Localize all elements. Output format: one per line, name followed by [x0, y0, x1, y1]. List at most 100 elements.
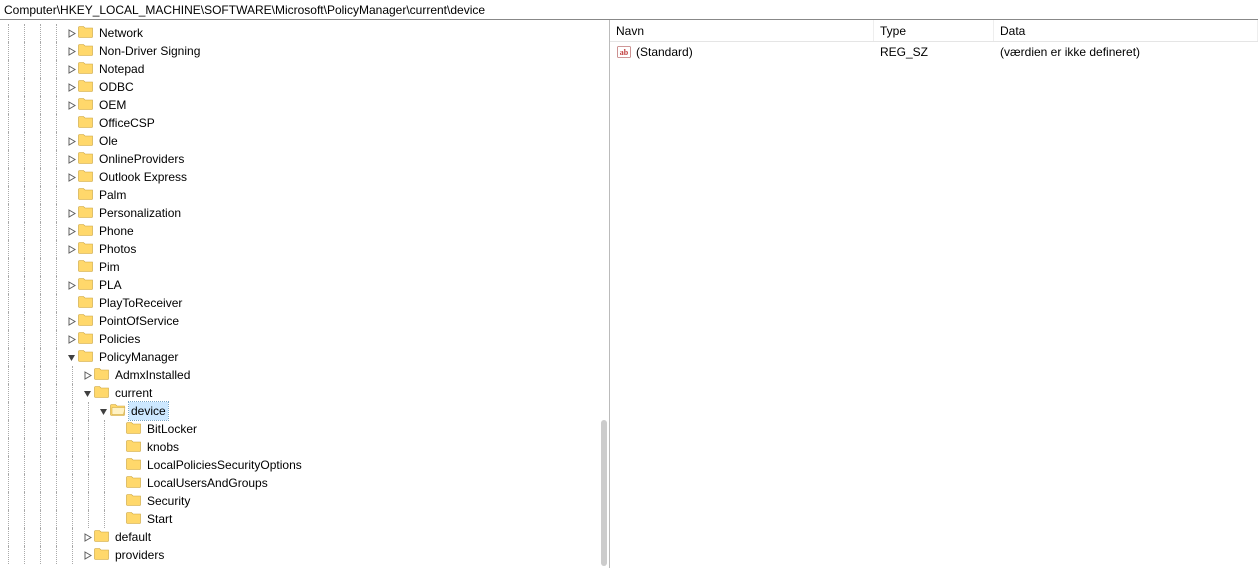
tree-node[interactable]: Ole: [0, 132, 609, 150]
chevron-right-icon[interactable]: [64, 42, 78, 60]
tree-node-label[interactable]: Policies: [97, 330, 142, 348]
tree-node[interactable]: OnlineProviders: [0, 150, 609, 168]
tree-node-label[interactable]: OEM: [97, 96, 128, 114]
tree-node-label[interactable]: device: [129, 402, 168, 420]
tree-node[interactable]: PolicyManager: [0, 348, 609, 366]
tree-node-label[interactable]: PlayToReceiver: [97, 294, 184, 312]
tree-node[interactable]: Pim: [0, 258, 609, 276]
svg-text:ab: ab: [620, 48, 629, 57]
address-bar-text: Computer\HKEY_LOCAL_MACHINE\SOFTWARE\Mic…: [4, 3, 485, 17]
tree-node-label[interactable]: Pim: [97, 258, 122, 276]
tree-node[interactable]: Personalization: [0, 204, 609, 222]
chevron-right-icon[interactable]: [80, 528, 94, 546]
chevron-right-icon[interactable]: [64, 150, 78, 168]
tree-node-label[interactable]: Start: [145, 510, 174, 528]
tree-node[interactable]: Security: [0, 492, 609, 510]
tree-node[interactable]: Notepad: [0, 60, 609, 78]
chevron-right-icon[interactable]: [80, 366, 94, 384]
tree-node[interactable]: Phone: [0, 222, 609, 240]
tree-node[interactable]: BitLocker: [0, 420, 609, 438]
address-bar[interactable]: Computer\HKEY_LOCAL_MACHINE\SOFTWARE\Mic…: [0, 0, 1258, 20]
tree-node[interactable]: PLA: [0, 276, 609, 294]
folder-icon: [94, 545, 113, 566]
tree-node-label[interactable]: Personalization: [97, 204, 183, 222]
value-name: (Standard): [636, 45, 693, 59]
string-value-icon: ab: [616, 44, 632, 60]
tree-node[interactable]: device: [0, 402, 609, 420]
tree-node-label[interactable]: Photos: [97, 240, 138, 258]
tree-node-label[interactable]: OfficeCSP: [97, 114, 157, 132]
tree-node-label[interactable]: BitLocker: [145, 420, 199, 438]
tree-node-label[interactable]: LocalUsersAndGroups: [145, 474, 270, 492]
tree-node[interactable]: default: [0, 528, 609, 546]
chevron-right-icon[interactable]: [64, 24, 78, 42]
column-header-type[interactable]: Type: [874, 20, 994, 41]
tree-node-label[interactable]: ODBC: [97, 78, 136, 96]
tree-node[interactable]: Photos: [0, 240, 609, 258]
tree-node[interactable]: Policies: [0, 330, 609, 348]
chevron-right-icon[interactable]: [64, 330, 78, 348]
tree-node[interactable]: OfficeCSP: [0, 114, 609, 132]
tree-node-label[interactable]: PLA: [97, 276, 124, 294]
tree-node[interactable]: Outlook Express: [0, 168, 609, 186]
tree-scrollbar-thumb[interactable]: [601, 420, 607, 566]
tree-node-label[interactable]: OnlineProviders: [97, 150, 186, 168]
folder-icon: [126, 509, 145, 530]
tree-node[interactable]: OEM: [0, 96, 609, 114]
tree-node[interactable]: PlayToReceiver: [0, 294, 609, 312]
tree-pane[interactable]: NetworkNon-Driver SigningNotepadODBCOEMO…: [0, 20, 610, 568]
column-header-name[interactable]: Navn: [610, 20, 874, 41]
tree-node-label[interactable]: Palm: [97, 186, 128, 204]
value-row[interactable]: ab (Standard) REG_SZ (værdien er ikke defin…: [610, 42, 1258, 62]
tree-node-label[interactable]: current: [113, 384, 154, 402]
tree-node-label[interactable]: Phone: [97, 222, 136, 240]
tree-node[interactable]: providers: [0, 546, 609, 564]
values-pane[interactable]: Navn Type Data ab (Standard) REG_SZ (værdie…: [610, 20, 1258, 568]
registry-tree[interactable]: NetworkNon-Driver SigningNotepadODBCOEMO…: [0, 24, 609, 564]
column-header-data[interactable]: Data: [994, 20, 1258, 41]
chevron-right-icon[interactable]: [64, 168, 78, 186]
tree-node-label[interactable]: default: [113, 528, 153, 546]
chevron-right-icon[interactable]: [64, 240, 78, 258]
tree-node-label[interactable]: Non-Driver Signing: [97, 42, 202, 60]
tree-node-label[interactable]: Ole: [97, 132, 120, 150]
tree-node-label[interactable]: PointOfService: [97, 312, 181, 330]
tree-node[interactable]: knobs: [0, 438, 609, 456]
chevron-right-icon[interactable]: [80, 546, 94, 564]
chevron-down-icon[interactable]: [96, 402, 110, 420]
tree-node[interactable]: Palm: [0, 186, 609, 204]
tree-node[interactable]: current: [0, 384, 609, 402]
tree-node-label[interactable]: AdmxInstalled: [113, 366, 192, 384]
main-split: NetworkNon-Driver SigningNotepadODBCOEMO…: [0, 20, 1258, 568]
tree-node-label[interactable]: knobs: [145, 438, 181, 456]
tree-node[interactable]: LocalPoliciesSecurityOptions: [0, 456, 609, 474]
chevron-down-icon[interactable]: [80, 384, 94, 402]
tree-node-label[interactable]: Network: [97, 24, 145, 42]
chevron-right-icon[interactable]: [64, 312, 78, 330]
tree-node[interactable]: LocalUsersAndGroups: [0, 474, 609, 492]
tree-node[interactable]: Network: [0, 24, 609, 42]
tree-node-label[interactable]: PolicyManager: [97, 348, 180, 366]
value-type: REG_SZ: [880, 45, 928, 59]
tree-node-label[interactable]: Security: [145, 492, 192, 510]
tree-node[interactable]: PointOfService: [0, 312, 609, 330]
chevron-right-icon[interactable]: [64, 96, 78, 114]
chevron-right-icon[interactable]: [64, 132, 78, 150]
tree-node-label[interactable]: Outlook Express: [97, 168, 189, 186]
tree-node[interactable]: Start: [0, 510, 609, 528]
tree-node-label[interactable]: Notepad: [97, 60, 146, 78]
value-data: (værdien er ikke defineret): [1000, 45, 1140, 59]
chevron-right-icon[interactable]: [64, 60, 78, 78]
chevron-right-icon[interactable]: [64, 276, 78, 294]
chevron-right-icon[interactable]: [64, 204, 78, 222]
tree-node-label[interactable]: LocalPoliciesSecurityOptions: [145, 456, 304, 474]
chevron-right-icon[interactable]: [64, 78, 78, 96]
values-header[interactable]: Navn Type Data: [610, 20, 1258, 42]
values-list[interactable]: ab (Standard) REG_SZ (værdien er ikke defin…: [610, 42, 1258, 62]
tree-node[interactable]: ODBC: [0, 78, 609, 96]
tree-node[interactable]: AdmxInstalled: [0, 366, 609, 384]
tree-node-label[interactable]: providers: [113, 546, 166, 564]
tree-node[interactable]: Non-Driver Signing: [0, 42, 609, 60]
chevron-right-icon[interactable]: [64, 222, 78, 240]
chevron-down-icon[interactable]: [64, 348, 78, 366]
